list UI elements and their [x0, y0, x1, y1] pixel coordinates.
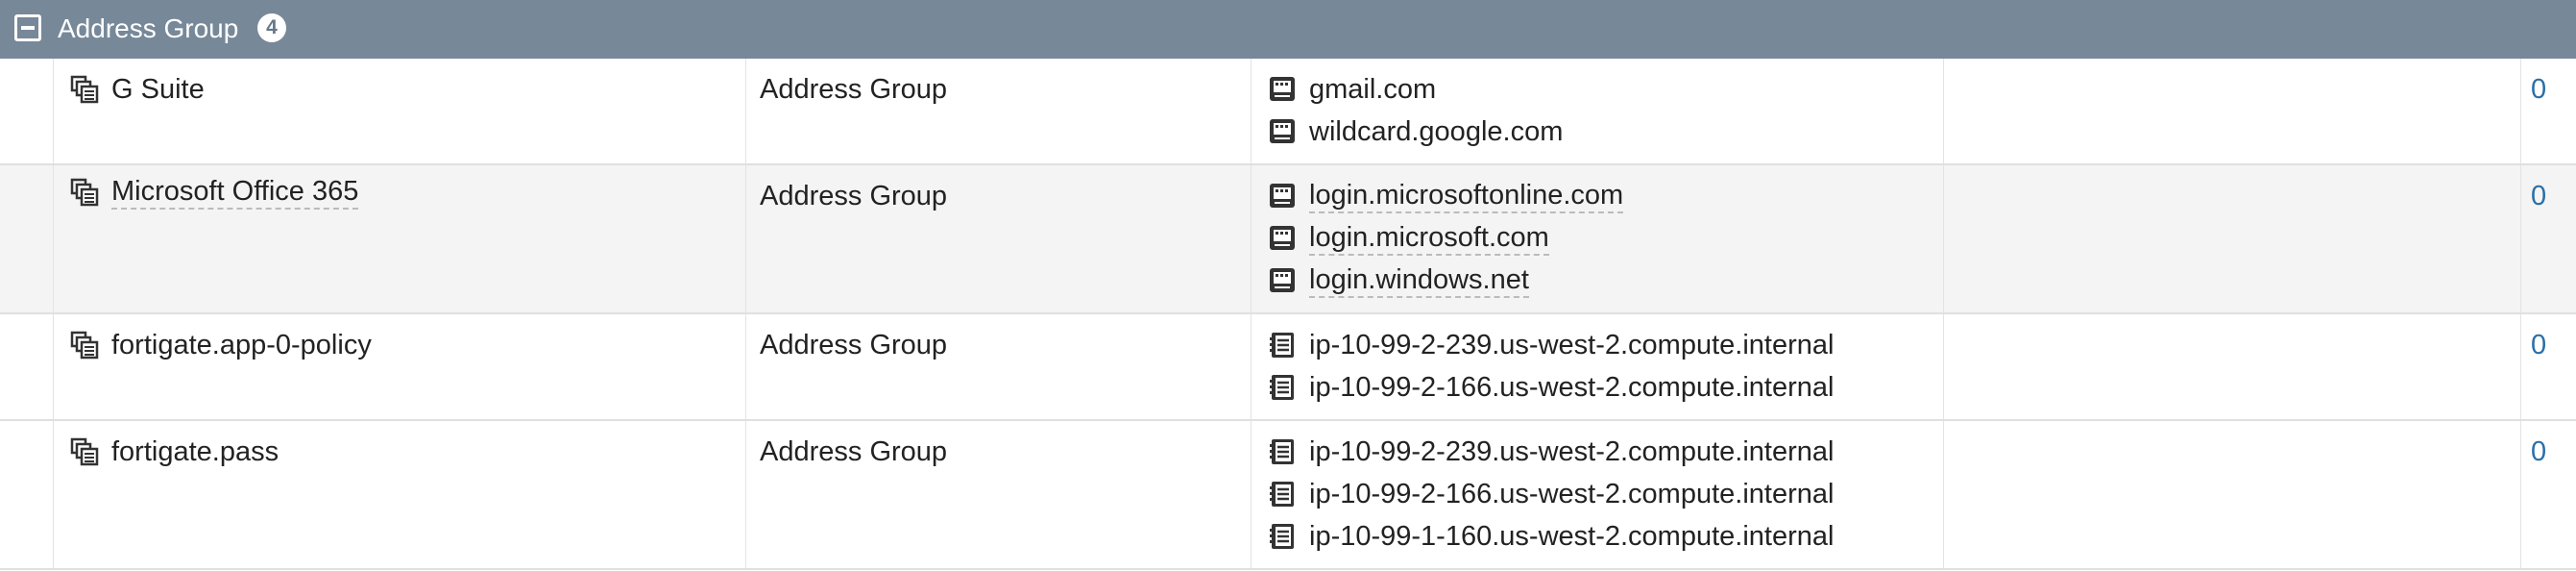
table-row[interactable]: G Suite Address Group gmail.com wildcard.go… [0, 59, 2576, 165]
members-cell: login.microsoftonline.com login.microsoft… [1251, 164, 1944, 314]
name-cell[interactable]: fortigate.app-0-policy [53, 313, 746, 421]
comments-cell [1943, 59, 2521, 165]
ref-cell: 0 [2520, 313, 2576, 421]
comments-cell [1943, 313, 2521, 421]
comments-cell [1943, 420, 2521, 570]
member-label[interactable]: ip-10-99-2-166.us-west-2.compute.interna… [1309, 473, 1834, 515]
member-label[interactable]: login.windows.net [1309, 263, 1529, 298]
member-item[interactable]: ip-10-99-2-239.us-west-2.compute.interna… [1252, 324, 1943, 366]
type-cell: Address Group [745, 313, 1252, 421]
fqdn-icon [1267, 265, 1298, 296]
member-label[interactable]: login.microsoftonline.com [1309, 179, 1624, 213]
member-item[interactable]: login.microsoftonline.com [1252, 175, 1943, 217]
ref-count-link[interactable]: 0 [2521, 436, 2546, 467]
member-item[interactable]: gmail.com [1252, 68, 1943, 111]
fqdn-icon [1267, 223, 1298, 254]
name-cell[interactable]: Microsoft Office 365 [53, 164, 746, 314]
row-select-cell[interactable] [0, 164, 54, 314]
member-label[interactable]: ip-10-99-2-166.us-west-2.compute.interna… [1309, 366, 1834, 409]
address-list-icon [1267, 330, 1298, 360]
group-title: Address Group [58, 13, 239, 43]
type-label: Address Group [760, 181, 948, 211]
member-item[interactable]: ip-10-99-1-160.us-west-2.compute.interna… [1252, 515, 1943, 558]
type-label: Address Group [760, 436, 948, 467]
fqdn-icon [1267, 116, 1298, 147]
ref-cell: 0 [2520, 420, 2576, 570]
ref-count-link[interactable]: 0 [2521, 330, 2546, 360]
ref-count-link[interactable]: 0 [2521, 181, 2546, 211]
comments-cell [1943, 164, 2521, 314]
group-name[interactable]: fortigate.pass [111, 431, 279, 473]
members-cell: ip-10-99-2-239.us-west-2.compute.interna… [1251, 313, 1944, 421]
ref-count-link[interactable]: 0 [2521, 74, 2546, 105]
address-list-icon [1267, 372, 1298, 403]
group-name[interactable]: Microsoft Office 365 [111, 175, 359, 210]
fqdn-icon [1267, 181, 1298, 211]
member-item[interactable]: login.microsoft.com [1252, 217, 1943, 260]
member-label[interactable]: gmail.com [1309, 68, 1436, 111]
member-label[interactable]: login.microsoft.com [1309, 221, 1549, 256]
type-label: Address Group [760, 330, 948, 360]
type-cell: Address Group [745, 420, 1252, 570]
address-list-icon [1267, 521, 1298, 552]
count-badge: 4 [257, 13, 286, 42]
group-name[interactable]: G Suite [111, 68, 205, 111]
address-group-icon [69, 436, 100, 467]
member-label[interactable]: ip-10-99-2-239.us-west-2.compute.interna… [1309, 324, 1834, 366]
name-cell[interactable]: fortigate.pass [53, 420, 746, 570]
table-row[interactable]: fortigate.app-0-policy Address Group ip-10… [0, 313, 2576, 421]
member-item[interactable]: ip-10-99-2-166.us-west-2.compute.interna… [1252, 366, 1943, 409]
members-cell: ip-10-99-2-239.us-west-2.compute.interna… [1251, 420, 1944, 570]
table-row[interactable]: fortigate.pass Address Group ip-10-99-2-23… [0, 420, 2576, 570]
member-item[interactable]: ip-10-99-2-166.us-west-2.compute.interna… [1252, 473, 1943, 515]
type-cell: Address Group [745, 59, 1252, 165]
type-cell: Address Group [745, 164, 1252, 314]
address-group-icon [69, 177, 100, 208]
member-label[interactable]: wildcard.google.com [1309, 111, 1563, 153]
members-cell: gmail.com wildcard.google.com [1251, 59, 1944, 165]
row-select-cell[interactable] [0, 420, 54, 570]
address-list-icon [1267, 479, 1298, 509]
member-item[interactable]: wildcard.google.com [1252, 111, 1943, 153]
ref-cell: 0 [2520, 164, 2576, 314]
address-list-icon [1267, 436, 1298, 467]
member-item[interactable]: login.windows.net [1252, 260, 1943, 302]
fqdn-icon [1267, 74, 1298, 105]
address-group-icon [69, 330, 100, 360]
table-row[interactable]: Microsoft Office 365 Address Group login.m… [0, 164, 2576, 314]
member-label[interactable]: ip-10-99-2-239.us-west-2.compute.interna… [1309, 431, 1834, 473]
ref-cell: 0 [2520, 59, 2576, 165]
address-group-icon [69, 74, 100, 105]
member-label[interactable]: ip-10-99-1-160.us-west-2.compute.interna… [1309, 515, 1834, 558]
row-select-cell[interactable] [0, 59, 54, 165]
row-select-cell[interactable] [0, 313, 54, 421]
name-cell[interactable]: G Suite [53, 59, 746, 165]
member-item[interactable]: ip-10-99-2-239.us-west-2.compute.interna… [1252, 431, 1943, 473]
group-header[interactable]: Address Group 4 [0, 0, 2576, 59]
type-label: Address Group [760, 74, 948, 105]
address-group-table: G Suite Address Group gmail.com wildcard.go… [0, 59, 2576, 570]
group-name[interactable]: fortigate.app-0-policy [111, 324, 372, 366]
collapse-icon[interactable] [14, 14, 41, 41]
